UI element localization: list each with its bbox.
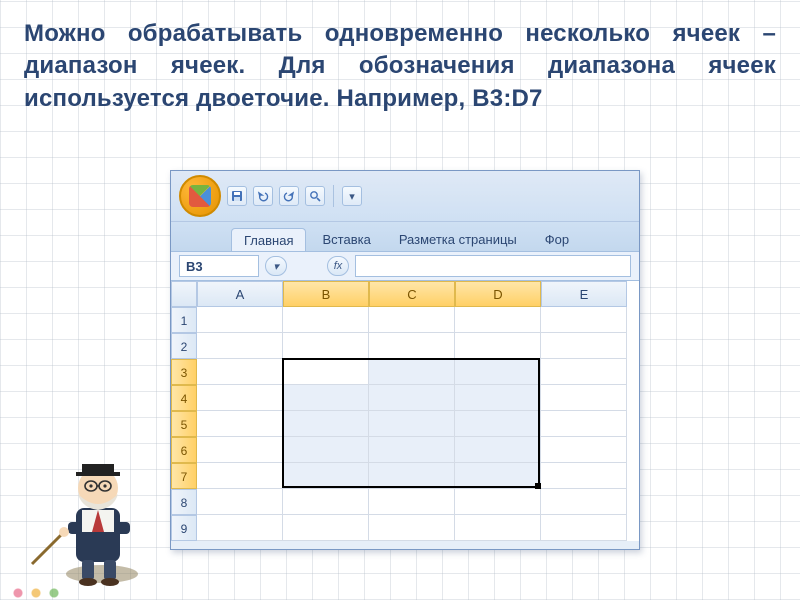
cell[interactable] [541, 411, 627, 437]
select-all-corner[interactable] [171, 281, 197, 307]
cell[interactable] [541, 489, 627, 515]
spreadsheet-grid: ABCDE 123456789 [171, 281, 639, 541]
tab-page-layout[interactable]: Разметка страницы [387, 228, 529, 251]
cell[interactable] [541, 515, 627, 541]
cell[interactable] [541, 437, 627, 463]
column-header[interactable]: B [283, 281, 369, 307]
cell[interactable] [197, 515, 283, 541]
cell[interactable] [455, 411, 541, 437]
row-header[interactable]: 5 [171, 411, 197, 437]
cell[interactable] [197, 411, 283, 437]
cell[interactable] [541, 333, 627, 359]
cell[interactable] [369, 411, 455, 437]
tab-insert[interactable]: Вставка [310, 228, 382, 251]
cell[interactable] [541, 385, 627, 411]
office-button[interactable] [179, 175, 221, 217]
cell[interactable] [369, 359, 455, 385]
column-header[interactable]: C [369, 281, 455, 307]
row-header[interactable]: 8 [171, 489, 197, 515]
cell[interactable] [283, 359, 369, 385]
formula-input[interactable] [355, 255, 631, 277]
row-header[interactable]: 7 [171, 463, 197, 489]
redo-icon[interactable] [279, 186, 299, 206]
cell[interactable] [369, 437, 455, 463]
row-header[interactable]: 2 [171, 333, 197, 359]
cell[interactable] [197, 489, 283, 515]
row-header[interactable]: 9 [171, 515, 197, 541]
cell[interactable] [541, 359, 627, 385]
cell[interactable] [455, 359, 541, 385]
column-header[interactable]: D [455, 281, 541, 307]
cell[interactable] [455, 515, 541, 541]
cell[interactable] [455, 463, 541, 489]
cell[interactable] [197, 463, 283, 489]
tab-formulas[interactable]: Фор [533, 228, 581, 251]
cell[interactable] [369, 307, 455, 333]
row-header[interactable]: 4 [171, 385, 197, 411]
cell[interactable] [283, 515, 369, 541]
cell[interactable] [455, 307, 541, 333]
fx-button[interactable]: fx [327, 256, 349, 276]
row-header[interactable]: 6 [171, 437, 197, 463]
cell[interactable] [455, 489, 541, 515]
cell[interactable] [197, 385, 283, 411]
print-preview-icon[interactable] [305, 186, 325, 206]
cell[interactable] [283, 307, 369, 333]
excel-window: ▾ Главная Вставка Разметка страницы Фор … [170, 170, 640, 550]
row-header[interactable]: 1 [171, 307, 197, 333]
column-header[interactable]: E [541, 281, 627, 307]
cell[interactable] [541, 463, 627, 489]
cell[interactable] [283, 489, 369, 515]
qat-dropdown-icon[interactable]: ▾ [342, 186, 362, 206]
cell[interactable] [455, 385, 541, 411]
column-header[interactable]: A [197, 281, 283, 307]
qat-separator [333, 185, 334, 207]
cell[interactable] [283, 411, 369, 437]
cell[interactable] [369, 515, 455, 541]
name-box-dropdown-icon[interactable]: ▾ [265, 256, 287, 276]
cell[interactable] [283, 437, 369, 463]
cell[interactable] [455, 333, 541, 359]
save-icon[interactable] [227, 186, 247, 206]
row-header[interactable]: 3 [171, 359, 197, 385]
cell[interactable] [197, 333, 283, 359]
cell[interactable] [369, 385, 455, 411]
cell[interactable] [455, 437, 541, 463]
cell[interactable] [197, 359, 283, 385]
cell[interactable] [369, 333, 455, 359]
cell[interactable] [283, 463, 369, 489]
bottom-decoration [0, 586, 800, 600]
quick-access-toolbar: ▾ [171, 171, 639, 222]
slide-body-text: Можно обрабатывать одновременно нескольк… [0, 0, 800, 123]
slide-range-example: B3:D7 [472, 85, 542, 112]
cell[interactable] [283, 333, 369, 359]
cell[interactable] [283, 385, 369, 411]
cell[interactable] [197, 437, 283, 463]
name-box[interactable]: B3 [179, 255, 259, 277]
ribbon-tabs: Главная Вставка Разметка страницы Фор [171, 222, 639, 252]
cell[interactable] [369, 489, 455, 515]
formula-bar: B3 ▾ fx [171, 252, 639, 281]
slide-text: Можно обрабатывать одновременно нескольк… [24, 20, 776, 112]
undo-icon[interactable] [253, 186, 273, 206]
tab-home[interactable]: Главная [231, 228, 306, 251]
cell[interactable] [197, 307, 283, 333]
professor-character [12, 436, 147, 586]
cell[interactable] [541, 307, 627, 333]
cell[interactable] [369, 463, 455, 489]
